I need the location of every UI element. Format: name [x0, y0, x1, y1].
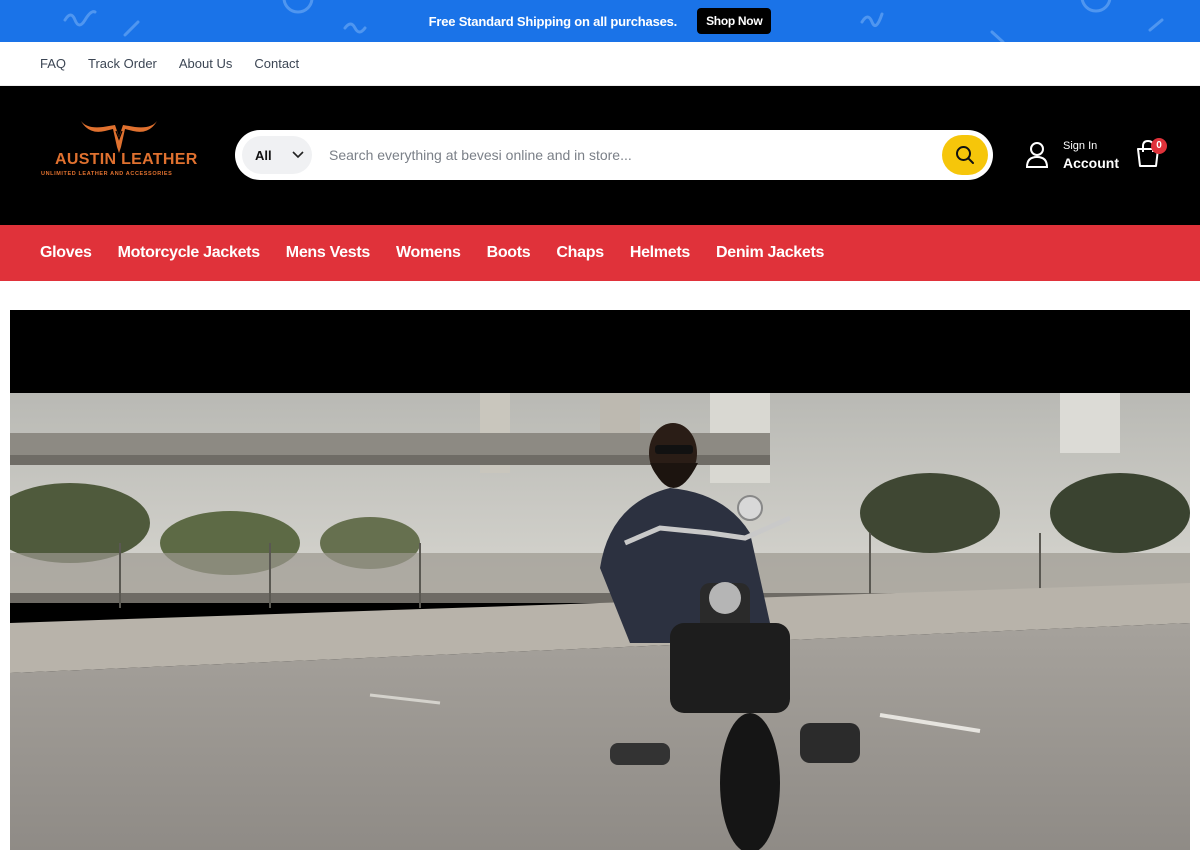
search-category-value: All: [255, 147, 272, 163]
search-input[interactable]: [329, 143, 929, 167]
nav-item-denim-jackets[interactable]: Denim Jackets: [716, 244, 824, 262]
nav-item-boots[interactable]: Boots: [487, 244, 531, 262]
longhorn-logo-icon: [81, 121, 157, 153]
search-category-select[interactable]: All: [242, 136, 312, 174]
category-nav: Gloves Motorcycle Jackets Mens Vests Wom…: [0, 225, 1200, 281]
announcement-text: Free Standard Shipping on all purchases.: [428, 13, 678, 29]
link-contact[interactable]: Contact: [254, 56, 299, 71]
chevron-down-icon: [292, 151, 304, 159]
hero-video-frame: [10, 393, 1190, 850]
brand-tagline: UNLIMITED LEATHER AND ACCESSORIES: [41, 171, 173, 177]
cart-button[interactable]: 0: [1135, 138, 1169, 172]
top-links: FAQ Track Order About Us Contact: [0, 42, 1200, 86]
link-track-order[interactable]: Track Order: [88, 56, 157, 71]
nav-item-chaps[interactable]: Chaps: [556, 244, 604, 262]
brand-logo[interactable]: AUSTIN LEATHER UNLIMITED LEATHER AND ACC…: [41, 117, 201, 181]
link-about-us[interactable]: About Us: [179, 56, 232, 71]
user-icon: [1025, 142, 1049, 168]
announcement-bar: Free Standard Shipping on all purchases.…: [0, 0, 1200, 42]
account-label: Account: [1063, 155, 1119, 171]
hero-video[interactable]: [10, 310, 1190, 850]
nav-item-gloves[interactable]: Gloves: [40, 244, 92, 262]
link-faq[interactable]: FAQ: [40, 56, 66, 71]
nav-item-mens-vests[interactable]: Mens Vests: [286, 244, 370, 262]
site-header: AUSTIN LEATHER UNLIMITED LEATHER AND ACC…: [0, 86, 1200, 225]
search-icon: [956, 146, 974, 164]
search-bar: All: [235, 130, 993, 180]
nav-item-helmets[interactable]: Helmets: [630, 244, 690, 262]
account-link[interactable]: Sign In Account: [1025, 139, 1135, 175]
search-button[interactable]: [942, 135, 988, 175]
shop-now-button[interactable]: Shop Now: [697, 8, 772, 34]
brand-name: AUSTIN LEATHER: [55, 151, 198, 168]
nav-item-womens[interactable]: Womens: [396, 244, 461, 262]
nav-item-motorcycle-jackets[interactable]: Motorcycle Jackets: [118, 244, 261, 262]
account-signin-text: Sign In: [1063, 140, 1098, 152]
cart-count-badge: 0: [1151, 138, 1167, 154]
